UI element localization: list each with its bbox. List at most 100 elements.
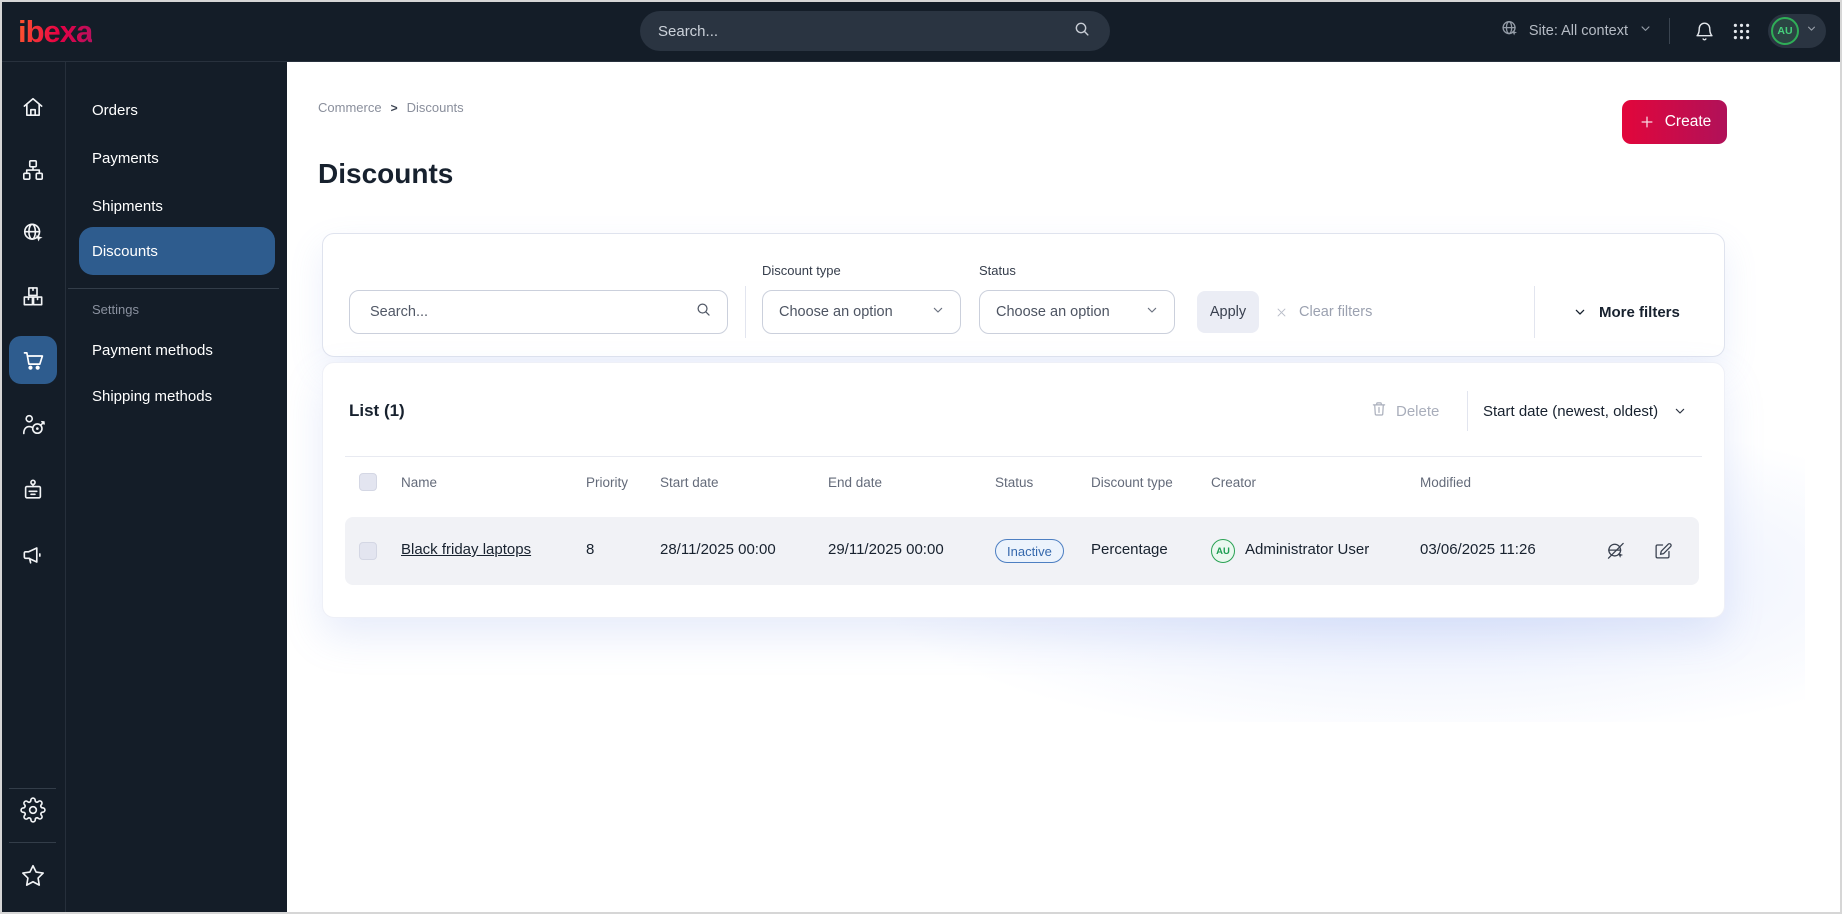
delete-button[interactable]: Delete — [1370, 399, 1439, 423]
apply-button[interactable]: Apply — [1197, 291, 1259, 333]
clear-filters-label: Clear filters — [1299, 304, 1373, 320]
plus-icon — [1638, 113, 1656, 131]
rail-divider — [9, 788, 56, 789]
search-icon[interactable] — [1072, 19, 1092, 44]
customer-target-icon[interactable] — [20, 412, 46, 438]
column-header-creator: Creator — [1211, 475, 1257, 490]
table-header-divider — [345, 456, 1702, 457]
discount-name-link[interactable]: Black friday laptops — [401, 541, 531, 558]
menu-item-orders[interactable]: Orders — [92, 102, 138, 119]
settings-gear-icon[interactable] — [20, 797, 46, 823]
modified-cell: 03/06/2025 11:26 — [1420, 541, 1536, 558]
discount-type-label: Discount type — [762, 263, 841, 278]
column-header-name: Name — [401, 475, 438, 490]
avatar: AU — [1771, 17, 1799, 45]
breadcrumb-commerce[interactable]: Commerce — [318, 100, 382, 115]
filter-search-input[interactable] — [370, 304, 694, 320]
creator-avatar: AU — [1211, 539, 1235, 563]
global-search — [640, 11, 1110, 51]
clear-filters-button[interactable]: Clear filters — [1274, 297, 1372, 327]
chevron-down-icon — [1572, 304, 1588, 320]
column-header-start-date: Start date — [660, 475, 719, 490]
ibexa-logo[interactable]: ibexa — [18, 14, 93, 50]
site-globe-cursor-icon[interactable] — [20, 220, 46, 246]
products-boxes-icon[interactable] — [20, 283, 46, 309]
user-menu[interactable]: AU — [1768, 14, 1826, 48]
discounts-list-card: List (1) Delete Start date (newest, olde… — [322, 362, 1725, 618]
priority-cell: 8 — [586, 541, 595, 558]
page-title: Discounts — [318, 158, 454, 189]
menu-item-payments[interactable]: Payments — [92, 150, 159, 167]
start-date-cell: 28/11/2025 00:00 — [660, 541, 776, 558]
breadcrumb: Commerce > Discounts — [318, 100, 464, 115]
menu-section-settings: Settings — [92, 302, 139, 317]
rail-divider — [9, 842, 56, 843]
topbar-right: Site: All context AU — [1499, 0, 1826, 62]
globe-icon — [1499, 18, 1520, 44]
site-context-selector[interactable]: Site: All context — [1499, 18, 1653, 44]
favorites-star-icon[interactable] — [20, 863, 46, 889]
table-header-row: Name Priority Start date End date Status… — [323, 469, 1724, 497]
sort-label: Start date (newest, oldest) — [1483, 402, 1659, 420]
status-value: Choose an option — [996, 304, 1110, 320]
discount-type-cell: Percentage — [1091, 541, 1168, 558]
creator-cell: Administrator User — [1245, 541, 1370, 558]
menu-item-shipments[interactable]: Shipments — [92, 198, 163, 215]
preview-unavailable-icon[interactable] — [1605, 540, 1627, 562]
notifications-bell-icon[interactable] — [1694, 21, 1715, 42]
list-toolbar-divider — [1467, 391, 1468, 431]
create-button-label: Create — [1664, 113, 1712, 130]
site-context-label: Site: All context — [1528, 23, 1628, 39]
list-title: List (1) — [349, 401, 405, 420]
menu-item-shipping-methods[interactable]: Shipping methods — [92, 388, 212, 405]
commerce-menu: Orders Payments Shipments Discounts Sett… — [66, 62, 287, 914]
content-structure-icon[interactable] — [20, 157, 46, 183]
filter-search — [349, 290, 728, 334]
breadcrumb-separator: > — [390, 100, 398, 115]
more-filters-label: More filters — [1599, 303, 1680, 321]
app-grid-icon[interactable] — [1731, 21, 1752, 42]
main-content: Commerce > Discounts Create Discounts Di… — [287, 62, 1842, 914]
column-header-discount-type: Discount type — [1091, 475, 1173, 490]
column-header-end-date: End date — [828, 475, 883, 490]
main-sidebar-rail — [0, 62, 66, 914]
status-select[interactable]: Choose an option — [979, 290, 1175, 334]
more-filters-button[interactable]: More filters — [1572, 297, 1680, 327]
table-row: Black friday laptops 8 28/11/2025 00:00 … — [323, 517, 1724, 585]
discount-type-select[interactable]: Choose an option — [762, 290, 961, 334]
chevron-down-icon — [1805, 22, 1818, 40]
menu-item-payment-methods[interactable]: Payment methods — [92, 342, 213, 359]
chevron-down-icon — [1144, 302, 1160, 323]
member-badge-icon[interactable] — [20, 477, 46, 503]
close-icon — [1274, 305, 1289, 320]
end-date-cell: 29/11/2025 00:00 — [828, 541, 944, 558]
delete-label: Delete — [1396, 402, 1440, 420]
edit-icon[interactable] — [1652, 540, 1674, 562]
menu-divider — [68, 288, 279, 289]
menu-item-discounts[interactable]: Discounts — [79, 227, 275, 275]
search-icon[interactable] — [694, 300, 713, 324]
topbar-divider — [1669, 18, 1670, 44]
filter-divider — [745, 286, 746, 338]
status-label: Status — [979, 263, 1016, 278]
column-header-priority: Priority — [586, 475, 629, 490]
column-header-status: Status — [995, 475, 1034, 490]
row-checkbox[interactable] — [359, 542, 377, 560]
filter-divider — [1534, 286, 1535, 338]
sort-select[interactable]: Start date (newest, oldest) — [1483, 399, 1688, 423]
trash-icon — [1370, 400, 1388, 422]
marketing-megaphone-icon[interactable] — [20, 542, 46, 568]
select-all-checkbox[interactable] — [359, 473, 377, 491]
column-header-modified: Modified — [1420, 475, 1472, 490]
chevron-down-icon — [1672, 403, 1688, 419]
filters-card: Discount type Choose an option Status Ch… — [322, 233, 1725, 357]
home-icon[interactable] — [20, 94, 46, 120]
global-search-input[interactable] — [658, 22, 1072, 40]
chevron-down-icon — [930, 302, 946, 323]
breadcrumb-discounts[interactable]: Discounts — [407, 100, 464, 115]
discount-type-value: Choose an option — [779, 304, 893, 320]
create-button[interactable]: Create — [1622, 100, 1727, 144]
commerce-cart-icon[interactable] — [9, 336, 57, 384]
ibexa-admin-screen: ibexa Site: All context — [0, 0, 1842, 914]
menu-item-label: Discounts — [92, 242, 158, 260]
